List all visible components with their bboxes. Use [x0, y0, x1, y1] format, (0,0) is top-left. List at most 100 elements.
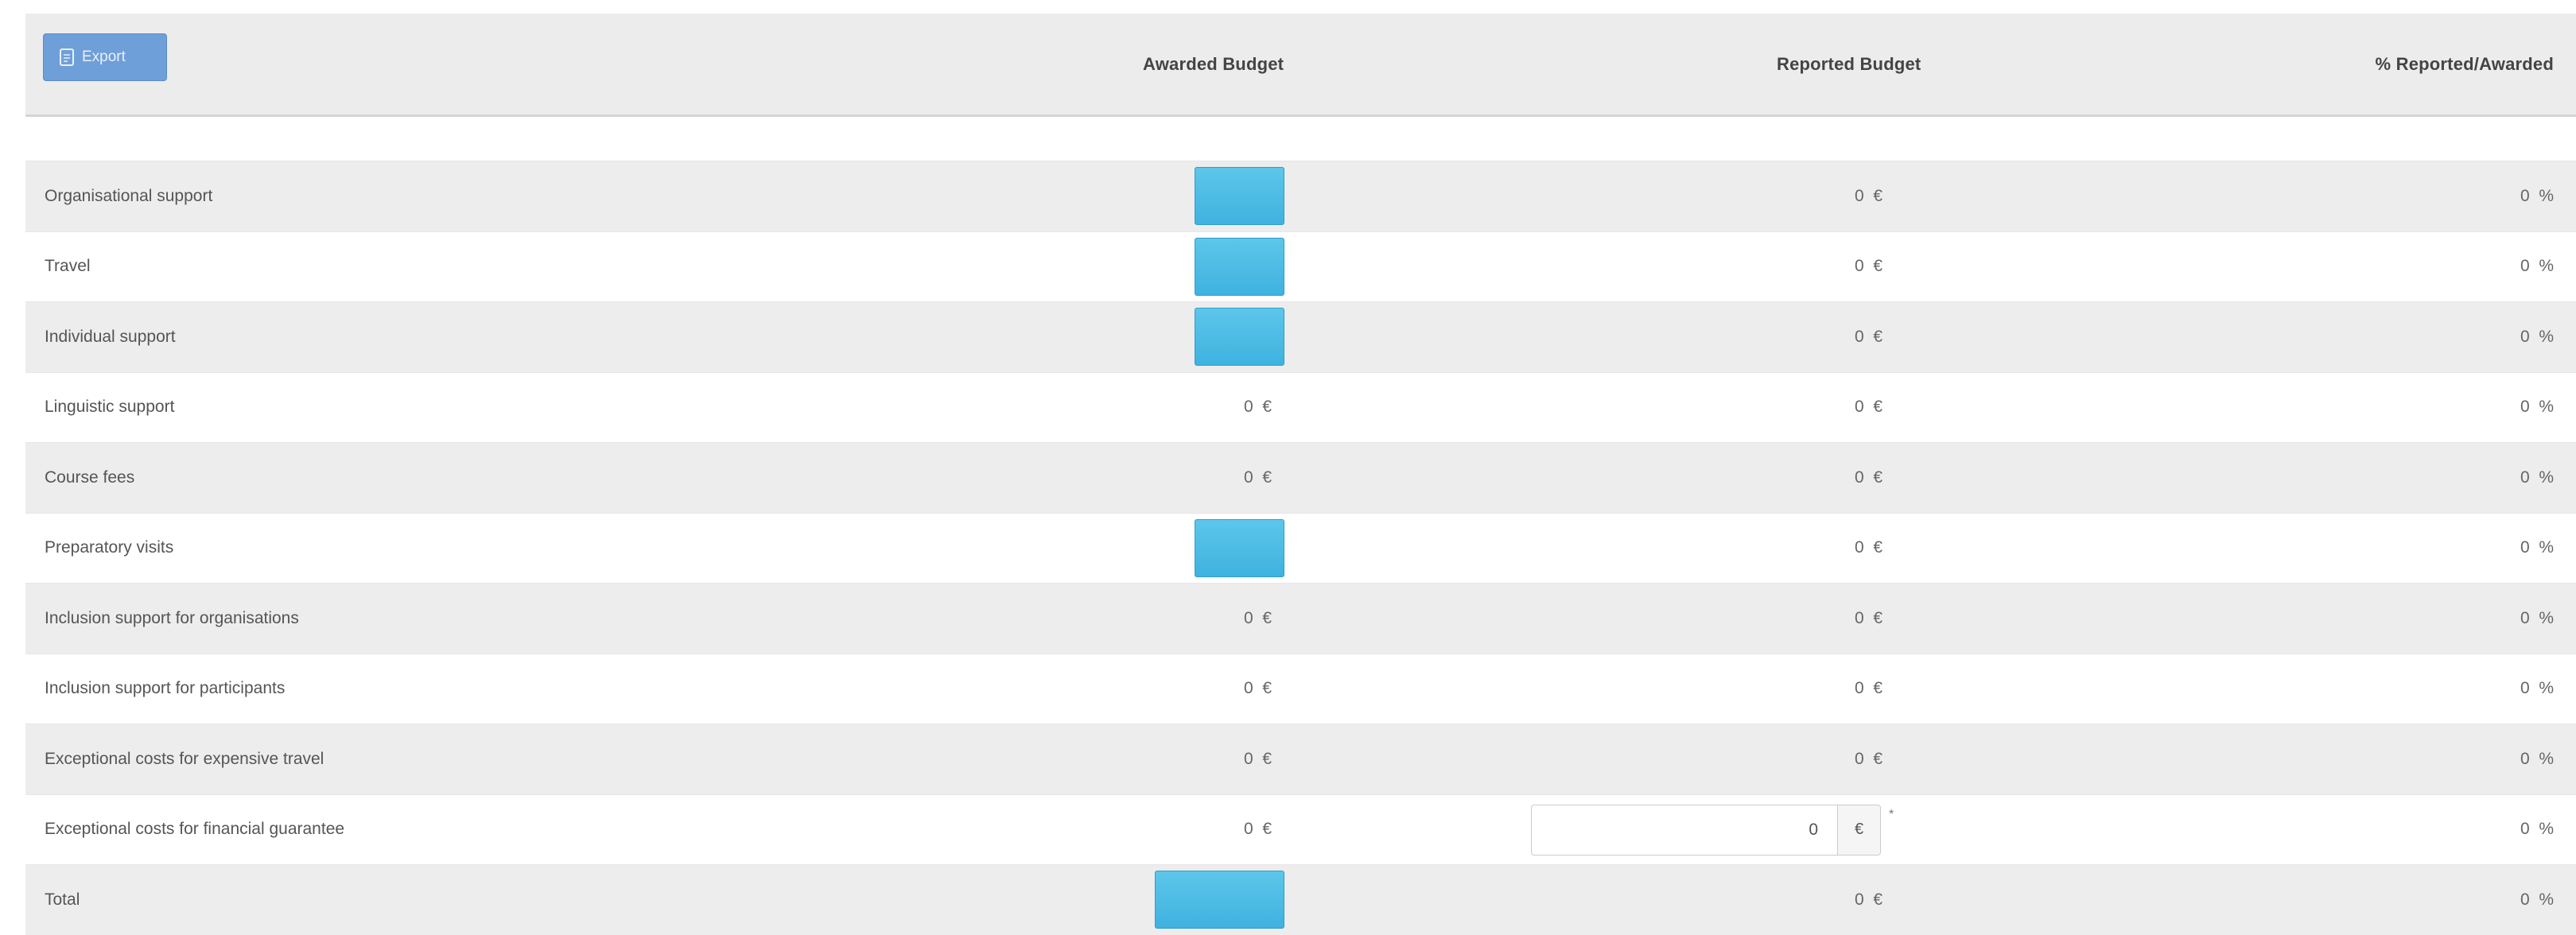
percent-cell: 0 %: [2520, 795, 2554, 865]
percent-cell: 0 %: [2520, 161, 2554, 231]
table-row: Exceptional costs for financial guarante…: [25, 793, 2576, 865]
percent-value: 0 %: [2520, 608, 2554, 627]
row-label: Inclusion support for participants: [45, 679, 286, 698]
row-label: Course fees: [45, 468, 135, 487]
percent-cell: 0 %: [2520, 443, 2554, 513]
column-header-percent: % Reported/Awarded: [2375, 53, 2554, 74]
awarded-highlight-box: [1195, 308, 1284, 367]
row-label: Organisational support: [45, 186, 213, 205]
table-row: Preparatory visits 0 € 0 %: [25, 512, 2576, 584]
table-row-total: Total 0 € 0 %: [25, 864, 2576, 935]
percent-value: 0 %: [2520, 186, 2554, 205]
percent-value: 0 %: [2520, 398, 2554, 417]
reported-cell: 0 €: [1855, 373, 1882, 443]
table-row: Inclusion support for organisations 0 € …: [25, 583, 2576, 654]
awarded-cell: 0 €: [1195, 584, 1314, 654]
percent-cell: 0 %: [2520, 724, 2554, 794]
percent-cell: 0 %: [2520, 514, 2554, 584]
awarded-cell: 0 €: [1195, 443, 1314, 513]
table-body: Organisational support 0 € 0 % Travel 0 …: [25, 161, 2576, 935]
reported-cell: 0 €: [1855, 161, 1882, 231]
awarded-highlight-box: [1195, 167, 1284, 226]
row-label: Total: [45, 890, 80, 909]
export-button[interactable]: Export: [43, 33, 167, 81]
required-mark: *: [1889, 807, 1894, 821]
reported-amount: 0 €: [1855, 186, 1883, 205]
awarded-cell: 0 €: [1195, 373, 1314, 443]
row-label: Inclusion support for organisations: [45, 608, 299, 627]
awarded-amount: 0 €: [1244, 398, 1272, 417]
reported-cell: 0 €: [1855, 584, 1882, 654]
percent-value: 0 %: [2520, 327, 2554, 346]
row-label: Exceptional costs for financial guarante…: [45, 820, 345, 839]
row-label: Exceptional costs for expensive travel: [45, 749, 324, 768]
reported-cell: 0 €: [1855, 724, 1882, 794]
table-row: Individual support 0 € 0 %: [25, 301, 2576, 372]
reported-amount: 0 €: [1855, 257, 1883, 276]
percent-cell: 0 %: [2520, 232, 2554, 302]
reported-cell: 0 €: [1855, 865, 1882, 935]
reported-amount: 0 €: [1855, 890, 1883, 909]
reported-amount: 0 €: [1855, 679, 1883, 698]
reported-cell: 0 €: [1855, 514, 1882, 584]
awarded-amount: 0 €: [1244, 820, 1272, 839]
awarded-cell: [1195, 161, 1314, 231]
table-row: Exceptional costs for expensive travel 0…: [25, 724, 2576, 794]
percent-cell: 0 %: [2520, 654, 2554, 724]
awarded-cell: [1155, 865, 1314, 935]
reported-amount: 0 €: [1855, 538, 1883, 557]
awarded-cell: [1195, 232, 1314, 302]
percent-value: 0 %: [2520, 468, 2554, 487]
row-label: Individual support: [45, 327, 176, 346]
reported-cell: 0 €: [1855, 232, 1882, 302]
percent-value: 0 %: [2520, 679, 2554, 698]
awarded-cell: 0 €: [1195, 724, 1314, 794]
awarded-cell: 0 €: [1195, 654, 1314, 724]
table-header: Export Awarded Budget Reported Budget % …: [25, 14, 2576, 117]
awarded-amount: 0 €: [1244, 608, 1272, 627]
table-spacer-row: [25, 117, 2576, 161]
export-button-label: Export: [82, 48, 126, 65]
row-label: Travel: [45, 257, 91, 276]
awarded-amount: 0 €: [1244, 468, 1272, 487]
percent-cell: 0 %: [2520, 302, 2554, 372]
table-row: Linguistic support 0 € 0 € 0 %: [25, 371, 2576, 443]
awarded-amount: 0 €: [1244, 749, 1272, 768]
percent-value: 0 %: [2520, 257, 2554, 276]
table-row: Travel 0 € 0 %: [25, 231, 2576, 302]
reported-cell: 0 €: [1855, 302, 1882, 372]
awarded-highlight-box: [1195, 237, 1284, 296]
table-row: Organisational support 0 € 0 %: [25, 161, 2576, 231]
currency-addon: €: [1837, 804, 1881, 855]
reported-amount: 0 €: [1855, 327, 1883, 346]
column-header-awarded: Awarded Budget: [1143, 53, 1284, 74]
reported-amount: 0 €: [1855, 468, 1883, 487]
awarded-cell: [1195, 302, 1314, 372]
reported-cell: 0 €: [1855, 443, 1882, 513]
reported-amount-input[interactable]: [1531, 804, 1837, 855]
table-row: Course fees 0 € 0 € 0 %: [25, 442, 2576, 513]
percent-value: 0 %: [2520, 749, 2554, 768]
reported-amount: 0 €: [1855, 608, 1883, 627]
awarded-highlight-box: [1195, 518, 1284, 577]
awarded-cell: [1195, 514, 1314, 584]
reported-input-group: € *: [1531, 804, 1894, 855]
percent-value: 0 %: [2520, 820, 2554, 839]
export-document-icon: [60, 48, 74, 66]
percent-value: 0 %: [2520, 890, 2554, 909]
reported-amount: 0 €: [1855, 749, 1883, 768]
reported-amount: 0 €: [1855, 398, 1883, 417]
percent-cell: 0 %: [2520, 584, 2554, 654]
column-header-reported: Reported Budget: [1777, 53, 1921, 74]
awarded-cell: 0 €: [1195, 795, 1314, 865]
row-label: Linguistic support: [45, 398, 175, 417]
percent-cell: 0 %: [2520, 373, 2554, 443]
percent-cell: 0 %: [2520, 865, 2554, 935]
awarded-highlight-box: [1155, 871, 1284, 929]
table-row: Inclusion support for participants 0 € 0…: [25, 653, 2576, 724]
percent-value: 0 %: [2520, 538, 2554, 557]
reported-cell: 0 €: [1855, 654, 1882, 724]
row-label: Preparatory visits: [45, 538, 174, 557]
awarded-amount: 0 €: [1244, 679, 1272, 698]
budget-table: Export Awarded Budget Reported Budget % …: [0, 0, 2576, 935]
